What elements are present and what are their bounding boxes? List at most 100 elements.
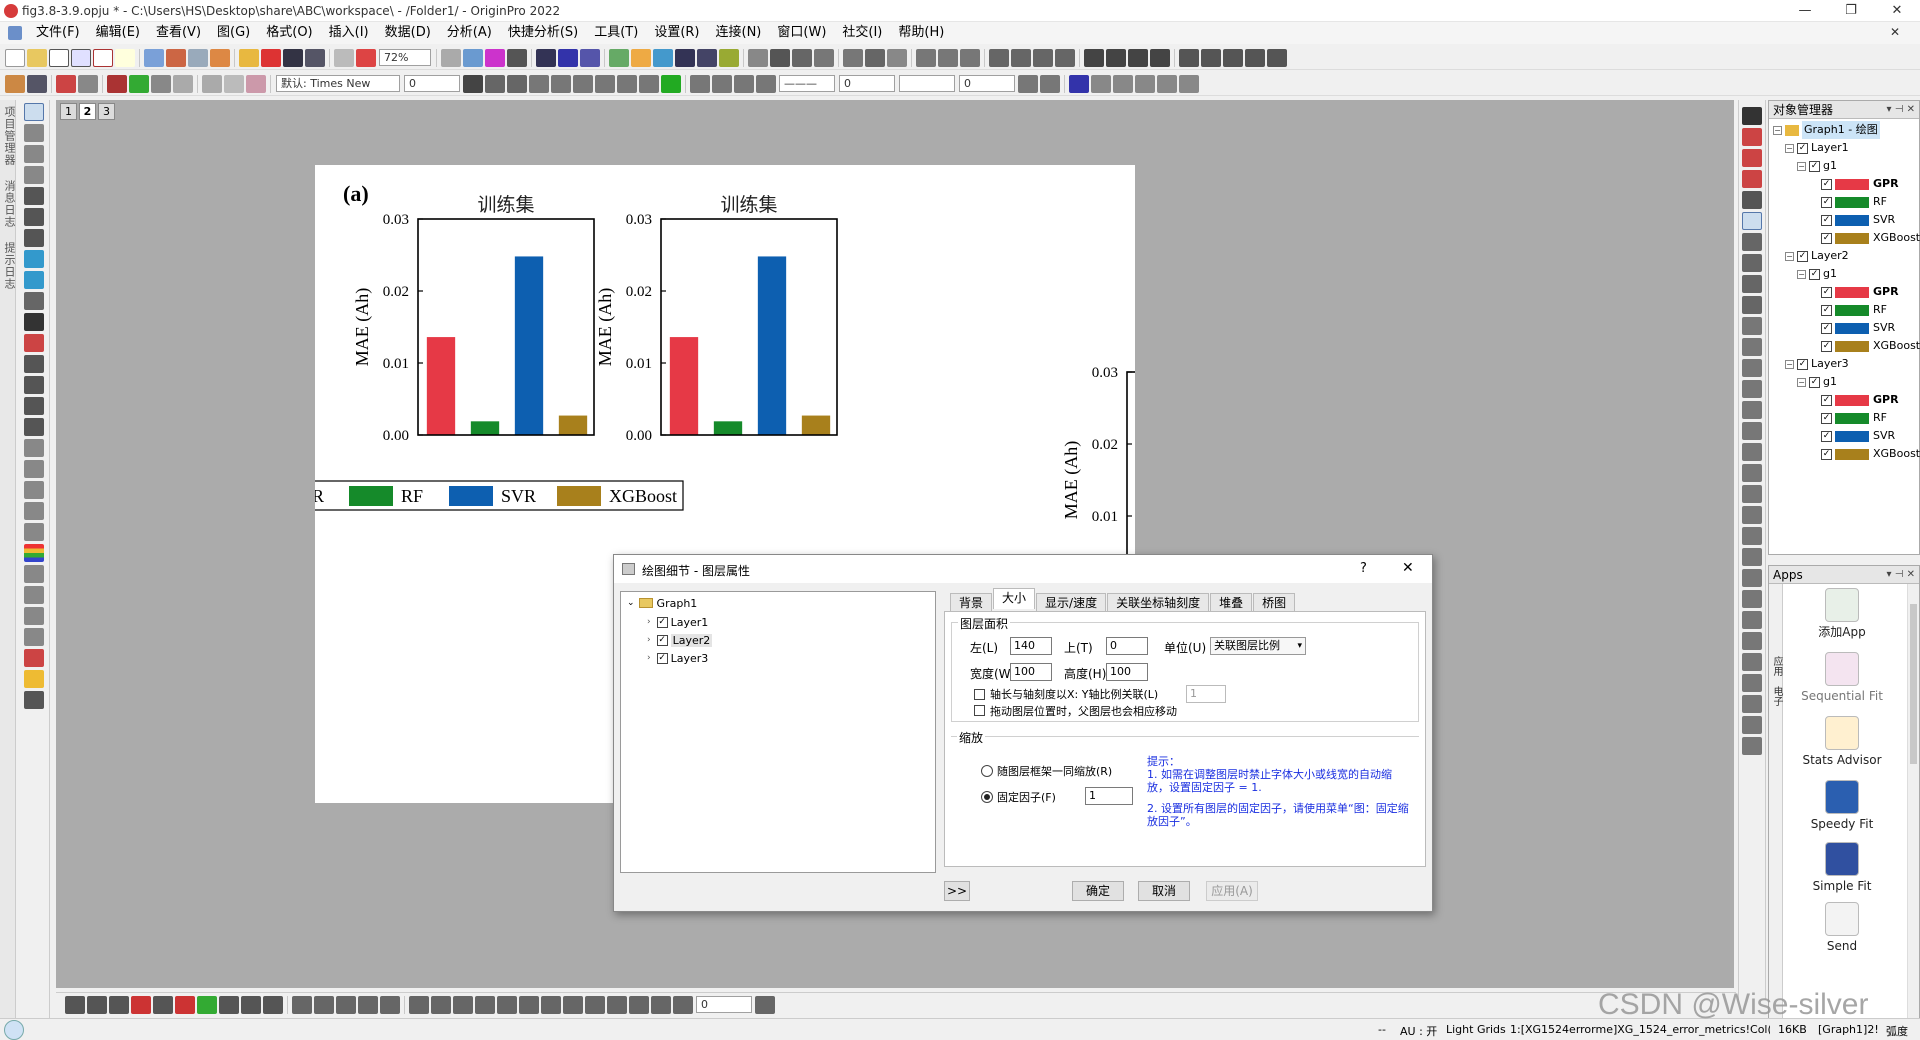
- height-input[interactable]: 100: [1106, 663, 1148, 681]
- bar-svr[interactable]: [514, 256, 544, 435]
- fill-color-icon[interactable]: [690, 74, 710, 93]
- color-scale-icon[interactable]: [23, 544, 44, 562]
- region-select-icon[interactable]: [23, 250, 44, 268]
- results-log-icon[interactable]: [507, 48, 527, 67]
- dialog-tree-layer-1[interactable]: › ✓ Layer1: [621, 613, 935, 631]
- tree-plot-gpr[interactable]: ✓ GPR: [1773, 391, 1919, 409]
- new-workbook-icon[interactable]: [49, 48, 69, 67]
- rescale-y-icon[interactable]: [1742, 149, 1762, 167]
- data-display-icon[interactable]: [697, 48, 717, 67]
- column-plot-icon[interactable]: [131, 995, 151, 1014]
- split-icon[interactable]: [629, 995, 649, 1014]
- zoom-in-tool-icon[interactable]: [23, 124, 44, 142]
- 3d-plot-icon[interactable]: [153, 995, 173, 1014]
- chart-title[interactable]: 训练集: [720, 194, 777, 216]
- new-notes-icon[interactable]: [115, 48, 135, 67]
- matrix-plot-icon[interactable]: [336, 995, 356, 1014]
- page-tab-3[interactable]: 3: [98, 102, 115, 120]
- app-item-5[interactable]: Send: [1787, 902, 1897, 953]
- arrange-layers-icon[interactable]: [1742, 254, 1762, 272]
- frame-right-icon[interactable]: [1742, 464, 1762, 482]
- arrow-tool-icon[interactable]: [23, 355, 44, 373]
- rescale-axes-icon[interactable]: [1742, 107, 1762, 125]
- grid-icon[interactable]: [1157, 74, 1177, 93]
- menu-item-14[interactable]: 帮助(H): [890, 22, 952, 44]
- italic-icon[interactable]: [485, 74, 505, 93]
- cloud-icon[interactable]: [23, 565, 44, 583]
- apps-side-tab-1[interactable]: 电子: [1769, 686, 1784, 706]
- plot-checkbox[interactable]: ✓: [1821, 214, 1832, 226]
- apps-scroll-left[interactable]: [1769, 584, 1783, 1022]
- same-width-icon[interactable]: [1742, 632, 1762, 650]
- tree-plot-xgboost[interactable]: ✓ XGBoost: [1773, 337, 1920, 355]
- bar-svr[interactable]: [757, 256, 787, 435]
- plot-checkbox[interactable]: ✓: [1821, 286, 1832, 298]
- decrease-font-icon[interactable]: [617, 74, 637, 93]
- bar-xgboost[interactable]: [801, 415, 831, 435]
- merge-graphs-icon[interactable]: [1742, 275, 1762, 293]
- move-parent-checkbox[interactable]: [974, 705, 985, 716]
- scale-with-frame-radio[interactable]: [981, 765, 993, 777]
- rescale-x-icon[interactable]: [1742, 128, 1762, 146]
- add-legend-icon[interactable]: [1742, 338, 1762, 356]
- dialog-layer-checkbox[interactable]: ✓: [656, 616, 668, 628]
- open-template-icon[interactable]: [261, 48, 281, 67]
- quick-icon[interactable]: [1742, 506, 1762, 524]
- insert-table-icon[interactable]: [23, 502, 44, 520]
- unstack-icon[interactable]: [585, 995, 605, 1014]
- box-icon[interactable]: [1742, 422, 1762, 440]
- print-icon[interactable]: [441, 48, 461, 67]
- chevron-right-icon[interactable]: ›: [647, 653, 651, 663]
- greek-icon[interactable]: [573, 74, 593, 93]
- menu-item-9[interactable]: 工具(T): [586, 22, 646, 44]
- anchor-icon[interactable]: [151, 74, 171, 93]
- align-bottom-icon[interactable]: [1742, 590, 1762, 608]
- dialog-layer-checkbox[interactable]: ✓: [656, 634, 668, 646]
- add-plot-icon[interactable]: [129, 74, 149, 93]
- heatmap-icon[interactable]: [358, 995, 378, 1014]
- link-axis-checkbox[interactable]: [974, 689, 985, 700]
- extract-icon[interactable]: [107, 74, 127, 93]
- insert-col-icon[interactable]: [409, 995, 429, 1014]
- filter-reapply-icon[interactable]: [960, 48, 980, 67]
- collapse-icon[interactable]: −: [1797, 269, 1806, 279]
- left-input[interactable]: 140: [1010, 637, 1052, 655]
- dialog-close-button[interactable]: ✕: [1402, 560, 1414, 576]
- menu-item-7[interactable]: 分析(A): [439, 22, 500, 44]
- extract-layers-icon[interactable]: [1742, 296, 1762, 314]
- stack-icon[interactable]: [314, 995, 334, 1014]
- menu-item-2[interactable]: 查看(V): [148, 22, 209, 44]
- chevron-down-icon[interactable]: ⌄: [627, 598, 635, 608]
- ok-button[interactable]: 确定: [1072, 881, 1124, 901]
- border-style-select[interactable]: [899, 75, 955, 92]
- template-icon[interactable]: [263, 995, 283, 1014]
- app-item-2[interactable]: Stats Advisor: [1787, 716, 1897, 767]
- align-icon[interactable]: [639, 74, 659, 93]
- line-width-select[interactable]: 0: [839, 75, 895, 92]
- font-color-icon[interactable]: [661, 74, 681, 93]
- rectangle-tool-icon[interactable]: [23, 397, 44, 415]
- bar-gpr[interactable]: [426, 337, 456, 435]
- transpose-icon[interactable]: [563, 995, 583, 1014]
- draw-data-icon[interactable]: [23, 271, 44, 289]
- stack-cols-icon[interactable]: [607, 995, 627, 1014]
- dialog-help-button[interactable]: ?: [1360, 561, 1367, 576]
- maximize-button[interactable]: ❐: [1828, 0, 1874, 22]
- mask-points-icon[interactable]: [23, 292, 44, 310]
- fixed-factor-input[interactable]: 1: [1085, 787, 1133, 805]
- new-function-icon[interactable]: [144, 48, 164, 67]
- pointer-tool-icon[interactable]: [23, 103, 44, 121]
- menu-item-5[interactable]: 插入(I): [321, 22, 377, 44]
- project-explorer-icon[interactable]: [536, 48, 556, 67]
- y-axis-title[interactable]: MAE (Ah): [352, 288, 373, 367]
- contour-icon[interactable]: [197, 995, 217, 1014]
- screen-reader-icon[interactable]: [23, 187, 44, 205]
- same-height-icon[interactable]: [1742, 653, 1762, 671]
- pattern-fill-icon[interactable]: [1018, 74, 1038, 93]
- table-tool-icon[interactable]: [23, 691, 44, 709]
- tree-plot-svr[interactable]: ✓ SVR: [1773, 319, 1919, 337]
- frequency-icon[interactable]: [814, 48, 834, 67]
- new-project-icon[interactable]: [5, 48, 25, 67]
- collapse-icon[interactable]: −: [1797, 161, 1806, 171]
- dialog-tab-0[interactable]: 背景: [950, 593, 993, 611]
